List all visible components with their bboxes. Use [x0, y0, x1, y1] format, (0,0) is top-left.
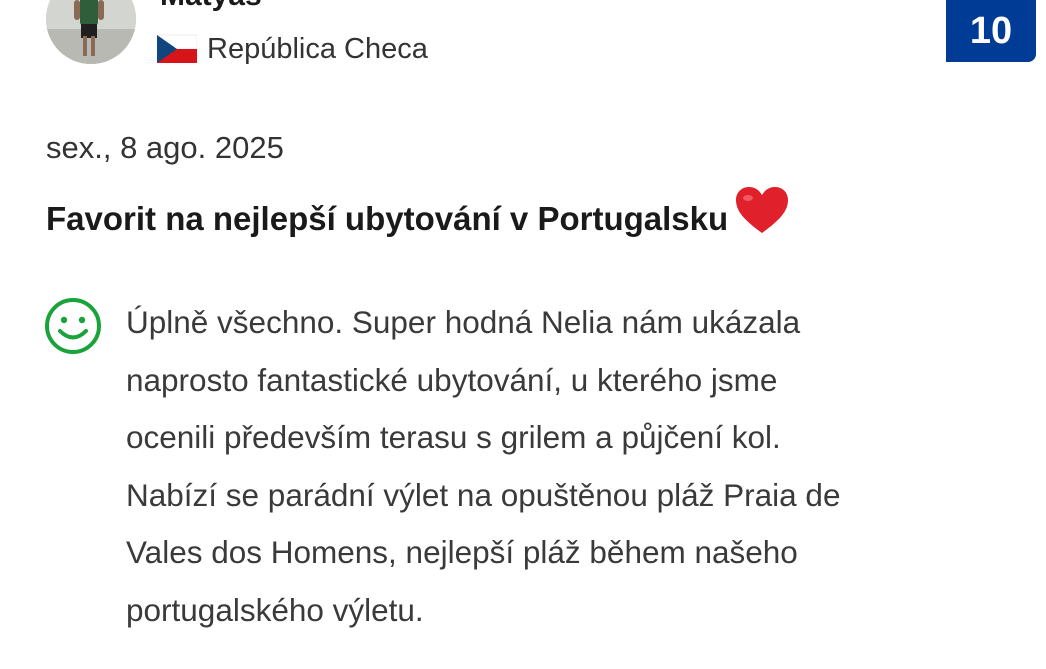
positive-review-line: portugalského výletu.: [126, 591, 424, 628]
review-date: sex., 8 ago. 2025: [46, 130, 284, 165]
review-title-text: Favorit na nejlepší ubytování v Portugal…: [46, 200, 729, 237]
positive-review-line: naprosto fantastické ubytování, u kteréh…: [126, 361, 778, 398]
positive-review-line: ocenili především terasu s grilem a půjč…: [126, 419, 781, 455]
reviewer-country: República Checa: [157, 30, 428, 68]
score-badge: 10: [946, 0, 1036, 62]
avatar-photo: [46, 0, 136, 64]
heart-icon: [736, 187, 789, 233]
review-title: Favorit na nejlepší ubytování v Portugal…: [46, 186, 790, 241]
czech-flag-icon: [157, 34, 197, 63]
positive-review-line: Vales dos Homens, nejlepší pláž během na…: [126, 534, 798, 570]
smiley-face-icon: [45, 298, 101, 354]
avatar[interactable]: [46, 0, 136, 64]
positive-review-text: Úplně všechno. Super hodná Nelia nám uká…: [126, 294, 1026, 639]
review-card: Matyáš República Checa 10 sex., 8 ago. 2…: [0, 0, 1046, 669]
country-name: República Checa: [207, 33, 428, 65]
reviewer-name: Matyáš: [160, 0, 262, 12]
positive-review-line: Nabízí se parádní výlet na opuštěnou plá…: [126, 476, 841, 513]
positive-review-line: Úplně všechno. Super hodná Nelia nám uká…: [126, 304, 801, 340]
